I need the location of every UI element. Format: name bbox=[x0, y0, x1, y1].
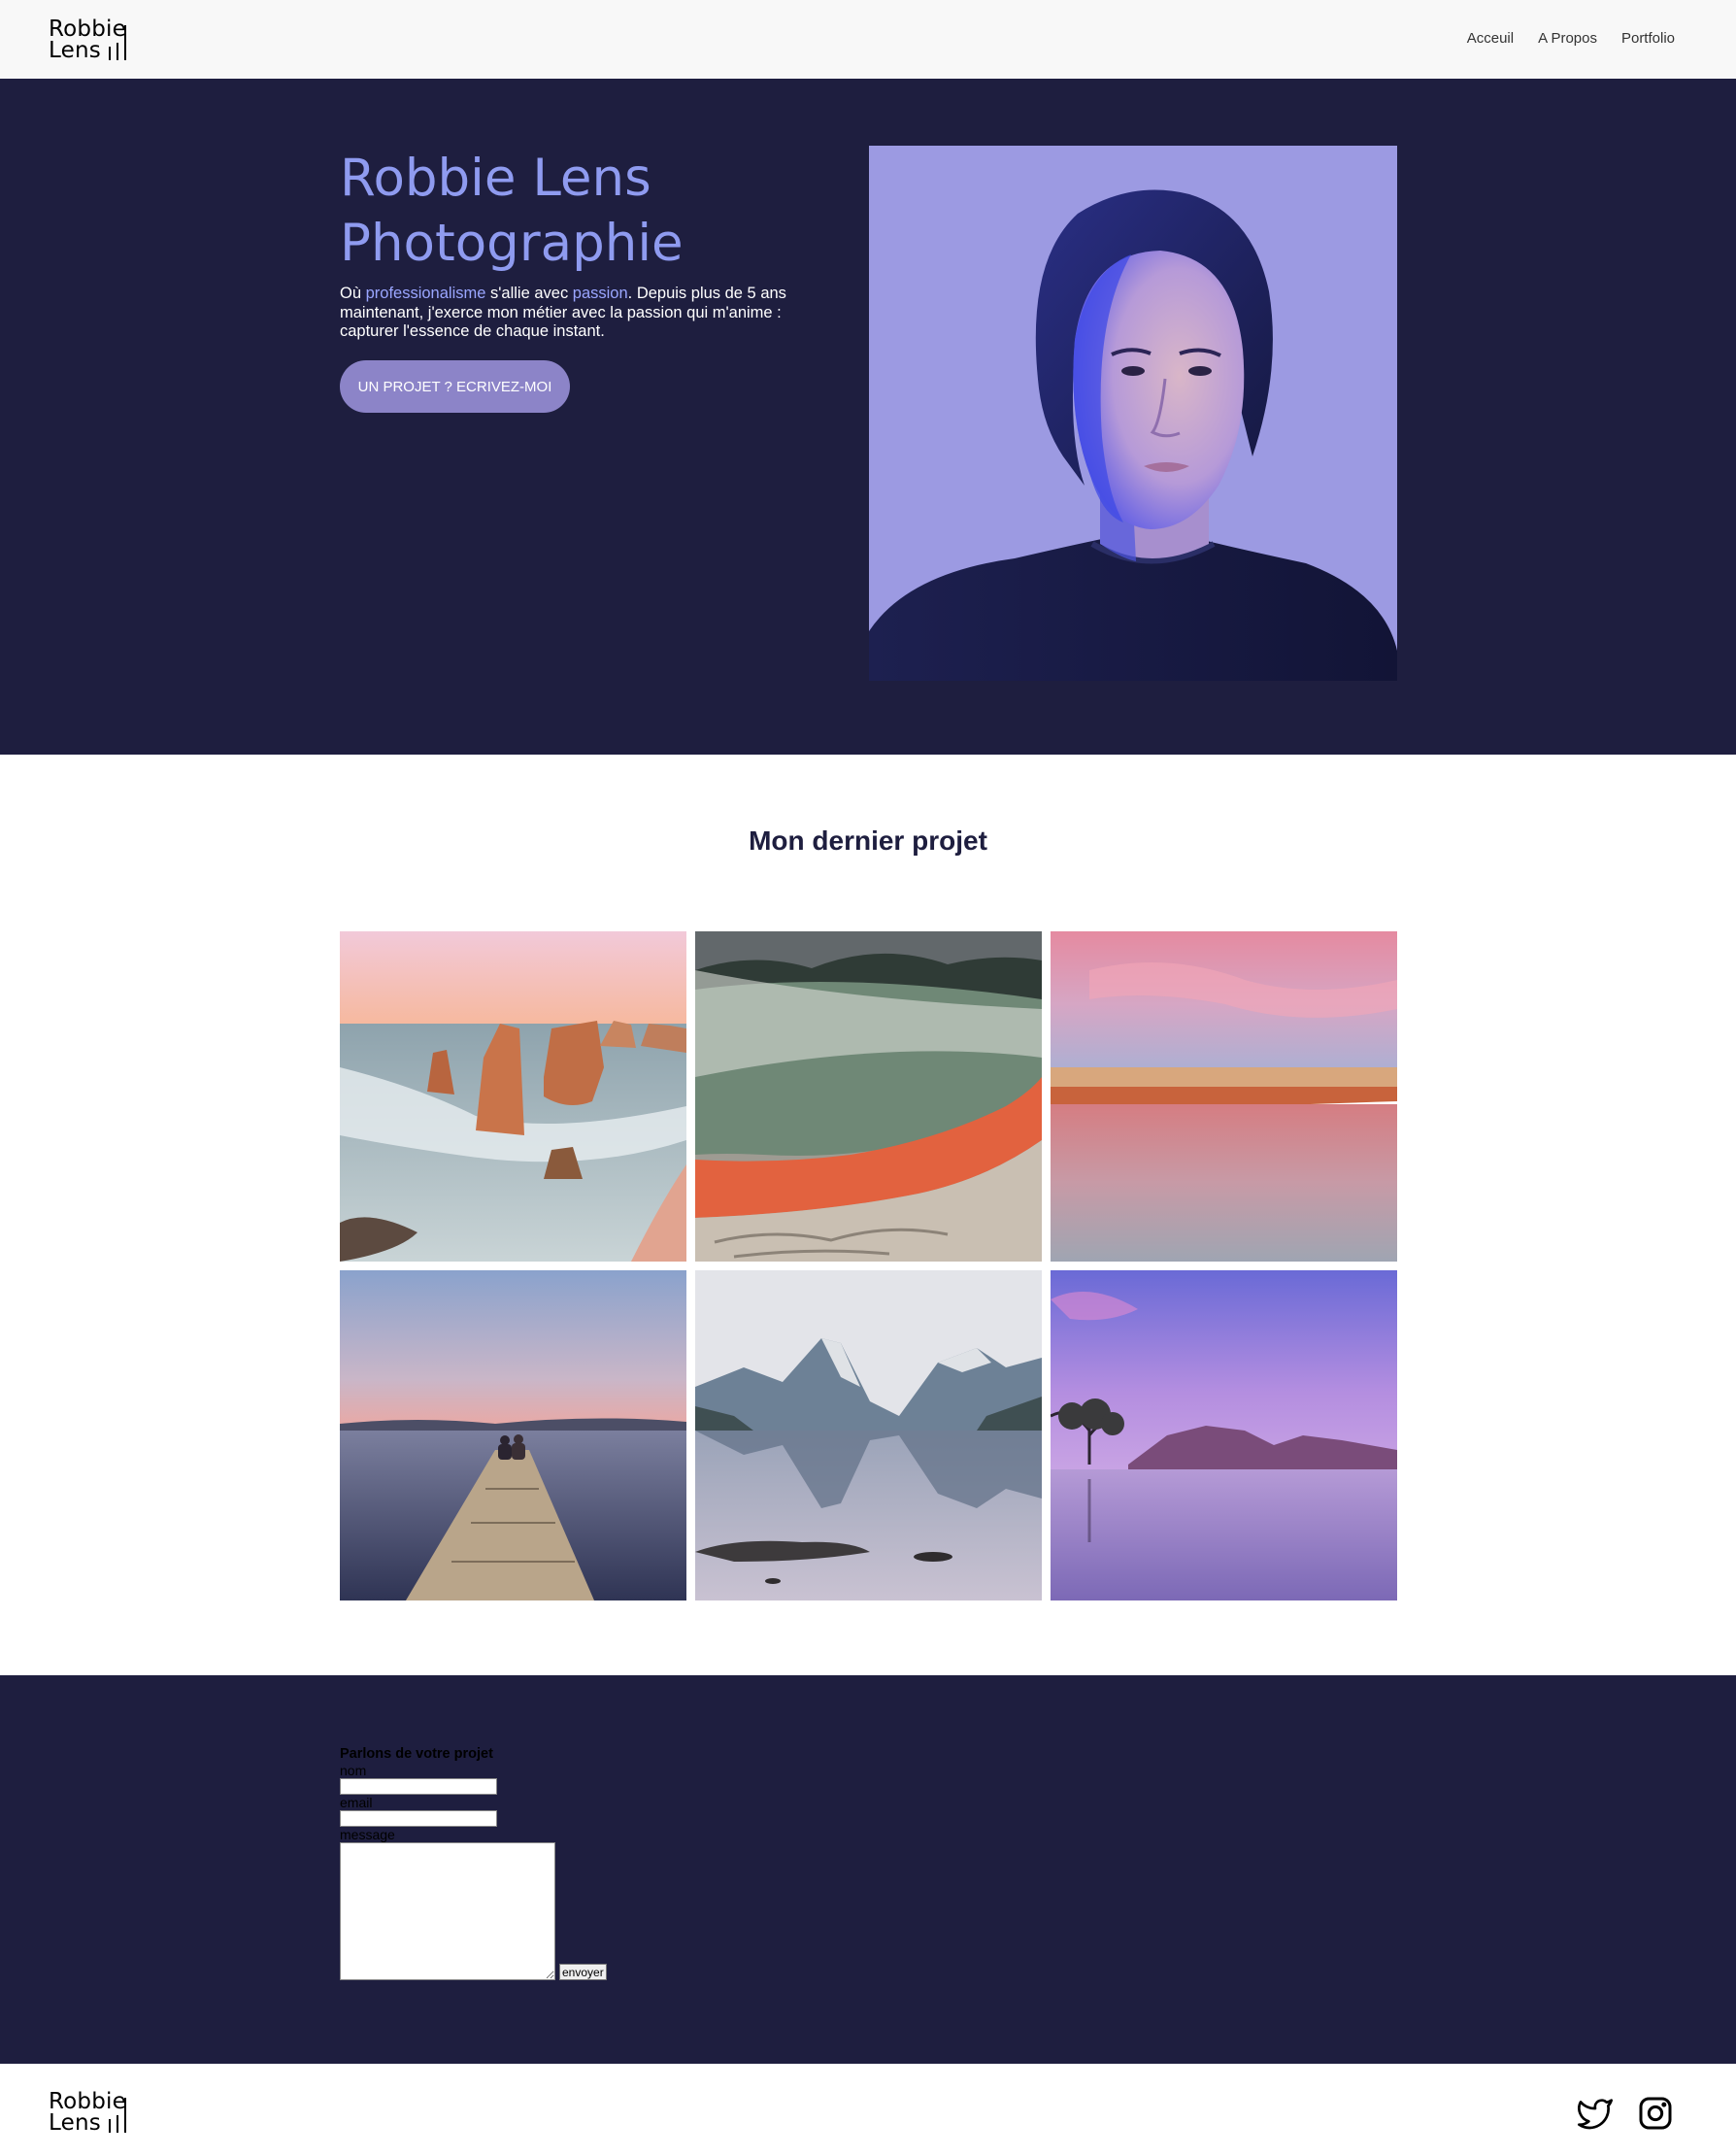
contact-cta-button[interactable]: UN PROJET ? ECRIVEZ-MOI bbox=[340, 360, 570, 413]
hero-section: Robbie Lens Photographie Où professional… bbox=[0, 79, 1736, 755]
hero-title-line-1: Robbie Lens bbox=[340, 149, 651, 208]
footer-logo-line-1: Robbie bbox=[49, 2089, 126, 2114]
project-section-title: Mon dernier projet bbox=[749, 825, 987, 856]
site-header: Robbie Lens Acceuil A Propos Portfolio bbox=[0, 0, 1736, 79]
portrait-photo bbox=[869, 146, 1397, 681]
nav-link-a-propos[interactable]: A Propos bbox=[1538, 30, 1597, 47]
hero-description: Où professionalisme s'allie avec passion… bbox=[340, 285, 786, 342]
footer-logo-line-2: Lens bbox=[49, 2110, 101, 2136]
hero-text-part: s'allie avec bbox=[485, 285, 573, 302]
hero-highlight-professionalisme: professionalisme bbox=[365, 285, 486, 302]
logo-bars-icon bbox=[108, 2098, 126, 2133]
header-logo[interactable]: Robbie Lens bbox=[49, 17, 126, 63]
message-textarea[interactable] bbox=[340, 1842, 555, 1980]
hero-title: Robbie Lens Photographie bbox=[340, 146, 825, 276]
hero-text-part: Où bbox=[340, 285, 366, 302]
site-footer: Robbie Lens bbox=[0, 2064, 1736, 2156]
email-label: email bbox=[340, 1795, 373, 1810]
gallery-photo-hot-spring[interactable] bbox=[695, 931, 1042, 1262]
gallery-photo-pink-beach[interactable] bbox=[1051, 931, 1397, 1262]
footer-logo[interactable]: Robbie Lens bbox=[49, 2089, 126, 2136]
project-gallery bbox=[340, 931, 1397, 1600]
main-nav: Acceuil A Propos Portfolio bbox=[1467, 30, 1675, 47]
email-input[interactable] bbox=[340, 1810, 497, 1827]
footer-logo-row-2: Lens bbox=[49, 2098, 126, 2136]
contact-section: Parlons de votre projet nom email messag… bbox=[0, 1675, 1736, 2064]
twitter-icon[interactable] bbox=[1576, 2094, 1615, 2133]
logo-line-2: Lens bbox=[49, 38, 101, 63]
contact-form-title: Parlons de votre projet bbox=[340, 1746, 493, 1762]
instagram-icon[interactable] bbox=[1636, 2094, 1675, 2133]
gallery-photo-pier-couple[interactable] bbox=[340, 1270, 686, 1600]
logo-line-1: Robbie bbox=[49, 17, 126, 42]
social-links bbox=[1576, 2094, 1675, 2133]
logo-bars-icon bbox=[108, 25, 126, 60]
logo-row-2: Lens bbox=[49, 25, 126, 63]
send-button[interactable]: envoyer bbox=[559, 1964, 607, 1980]
message-label: message bbox=[340, 1827, 395, 1842]
gallery-photo-mountain-reflection[interactable] bbox=[695, 1270, 1042, 1600]
nav-link-acceuil[interactable]: Acceuil bbox=[1467, 30, 1514, 47]
gallery-photo-sea-stacks[interactable] bbox=[340, 931, 686, 1262]
name-input[interactable] bbox=[340, 1778, 497, 1795]
hero-title-line-2: Photographie bbox=[340, 214, 684, 273]
gallery-photo-lake-tree[interactable] bbox=[1051, 1270, 1397, 1600]
message-row: envoyer bbox=[340, 1842, 607, 1980]
name-label: nom bbox=[340, 1763, 367, 1778]
nav-link-portfolio[interactable]: Portfolio bbox=[1621, 30, 1675, 47]
hero-highlight-passion: passion bbox=[572, 285, 628, 302]
contact-form: Parlons de votre projet nom email messag… bbox=[340, 1746, 607, 1980]
